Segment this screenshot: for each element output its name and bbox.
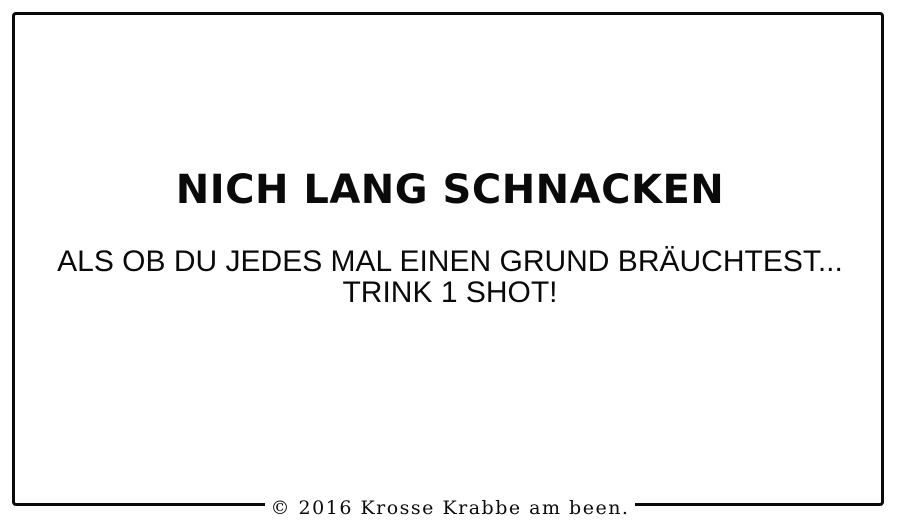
card-title: NICH LANG SCHNACKEN — [175, 167, 725, 213]
card-body-line-2: TRINK 1 SHOT! — [342, 276, 558, 309]
copyright-text: © 2016 Krosse Krabbe am been. — [264, 497, 636, 519]
card-body-line-1: ALS OB DU JEDES MAL EINEN GRUND BRÄUCHTE… — [57, 245, 843, 278]
card-body: ALS OB DU JEDES MAL EINEN GRUND BRÄUCHTE… — [0, 246, 900, 308]
copyright-footer: © 2016 Krosse Krabbe am been. — [0, 497, 900, 521]
